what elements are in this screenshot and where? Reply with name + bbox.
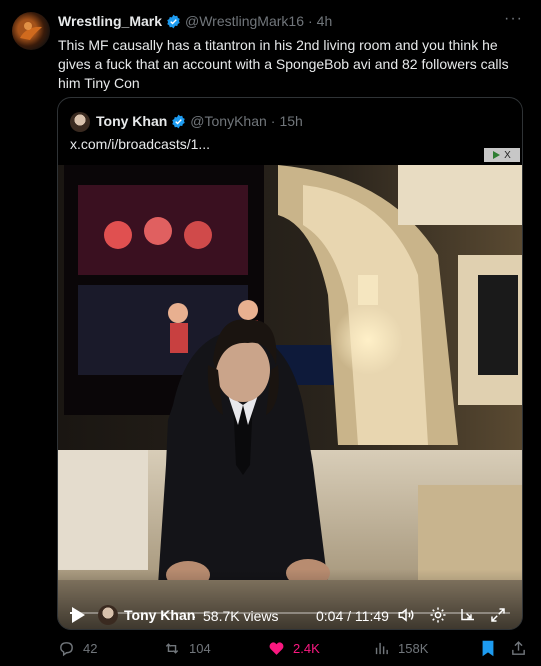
play-icon — [72, 607, 85, 623]
host-name: Tony Khan — [124, 607, 196, 623]
repost-count: 104 — [189, 641, 211, 656]
fullscreen-icon — [491, 608, 505, 622]
bookmark-button[interactable] — [481, 640, 495, 657]
pip-button[interactable] — [459, 606, 477, 624]
bookmark-icon — [482, 640, 494, 657]
quoted-tweet[interactable]: Tony Khan @TonyKhan · 15h x.com/i/broadc… — [57, 97, 523, 630]
tweet-header: Wrestling_Mark @WrestlingMark16 · 4h — [58, 13, 332, 29]
play-icon — [493, 151, 501, 159]
reply-icon — [60, 642, 73, 657]
verified-badge-icon — [171, 114, 186, 129]
quoted-tweet-time[interactable]: 15h — [279, 113, 302, 129]
video-player[interactable] — [58, 165, 522, 629]
views-count: 158K — [398, 641, 429, 656]
fullscreen-button[interactable] — [489, 606, 507, 624]
picture-in-picture-icon — [461, 609, 474, 621]
view-count: 58.7K views — [203, 608, 279, 624]
author-name[interactable]: Wrestling_Mark — [58, 13, 162, 29]
like-button[interactable]: 2.4K — [268, 640, 320, 657]
video-time: 0:04 / 11:49 — [316, 608, 389, 624]
action-bar: 42 104 2.4K 158K — [0, 636, 541, 662]
quoted-author-name[interactable]: Tony Khan — [96, 113, 167, 129]
close-icon[interactable]: X — [504, 150, 511, 161]
header-separator: · — [308, 13, 313, 29]
quoted-author-handle[interactable]: @TonyKhan — [190, 113, 266, 129]
tweet[interactable]: Wrestling_Mark @WrestlingMark16 · 4h ···… — [0, 0, 541, 666]
broadcast-link[interactable]: x.com/i/broadcasts/1... — [70, 136, 210, 152]
quoted-header-separator: · — [270, 113, 276, 129]
views-button[interactable]: 158K — [373, 640, 428, 657]
play-button[interactable] — [70, 606, 86, 624]
share-icon — [512, 641, 525, 655]
video-controls: Tony Khan · 58.7K views 0:04 / 11:49 — [58, 600, 522, 629]
broadcast-host[interactable]: Tony Khan — [98, 605, 195, 625]
settings-button[interactable] — [429, 606, 447, 624]
author-avatar[interactable] — [12, 12, 50, 50]
heart-icon — [269, 642, 284, 655]
video-frame — [58, 165, 522, 629]
host-avatar — [98, 605, 118, 625]
more-options-icon[interactable]: ··· — [504, 10, 523, 28]
quoted-tweet-header: Tony Khan @TonyKhan · 15h — [96, 113, 303, 129]
reply-button[interactable]: 42 — [58, 640, 97, 657]
share-button[interactable] — [510, 640, 527, 657]
volume-button[interactable] — [397, 606, 415, 624]
repost-button[interactable]: 104 — [163, 640, 211, 657]
view-separator: · — [192, 608, 197, 624]
quoted-author-avatar[interactable] — [70, 112, 90, 132]
promo-badge[interactable]: X — [484, 148, 520, 162]
tweet-text: This MF causally has a titantron in his … — [58, 37, 509, 91]
volume-icon — [398, 608, 414, 622]
tweet-time[interactable]: 4h — [317, 13, 333, 29]
verified-badge-icon — [166, 14, 181, 29]
gear-icon — [430, 607, 446, 623]
like-count: 2.4K — [293, 641, 320, 656]
author-handle[interactable]: @WrestlingMark16 — [185, 13, 304, 29]
analytics-icon — [375, 642, 388, 655]
reply-count: 42 — [83, 641, 98, 656]
repost-icon — [165, 643, 179, 654]
